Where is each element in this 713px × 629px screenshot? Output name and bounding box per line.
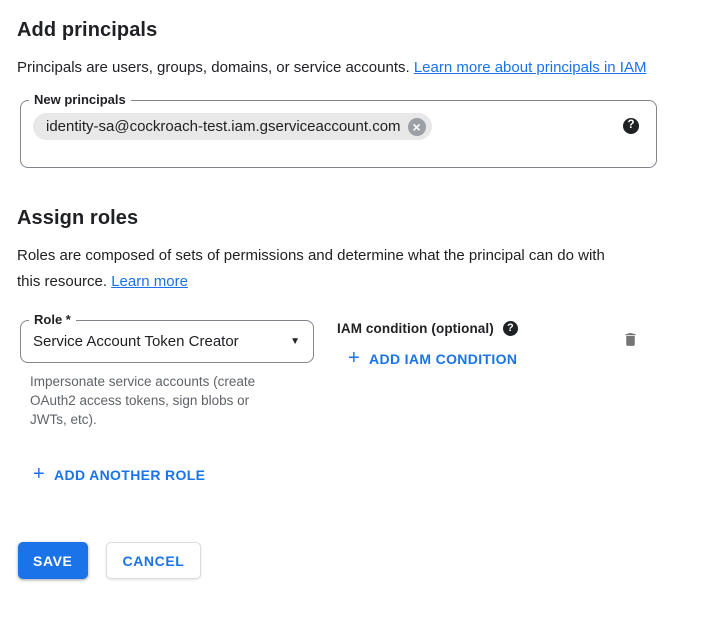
iam-condition-label-row: IAM condition (optional) ? <box>337 321 620 336</box>
add-iam-condition-button[interactable]: + ADD IAM CONDITION <box>348 349 517 369</box>
assign-roles-title: Assign roles <box>17 206 697 230</box>
plus-icon: + <box>33 464 45 484</box>
principals-help-icon[interactable]: ? <box>623 118 639 134</box>
plus-icon: + <box>348 348 360 368</box>
add-principals-panel: Add principals Principals are users, gro… <box>0 0 713 629</box>
principal-chip[interactable]: identity-sa@cockroach-test.iam.gservicea… <box>33 113 432 140</box>
principal-chip-text: identity-sa@cockroach-test.iam.gservicea… <box>46 118 401 135</box>
page-title: Add principals <box>17 18 697 42</box>
learn-more-principals-link[interactable]: Learn more about principals in IAM <box>414 59 647 76</box>
role-helper-text: Impersonate service accounts (create OAu… <box>30 372 275 429</box>
assign-roles-text: Roles are composed of sets of permission… <box>17 243 621 295</box>
new-principals-label: New principals <box>29 92 131 108</box>
role-label: Role * <box>29 312 76 328</box>
intro-description: Principals are users, groups, domains, o… <box>17 59 414 76</box>
new-principals-field[interactable]: New principals identity-sa@cockroach-tes… <box>20 100 657 168</box>
role-column: Role * Service Account Token Creator ▼ I… <box>20 320 314 429</box>
add-another-role-label: ADD ANOTHER ROLE <box>54 467 205 483</box>
footer-actions: SAVE CANCEL <box>18 542 697 579</box>
role-dropdown[interactable]: Role * Service Account Token Creator ▼ <box>20 320 314 363</box>
iam-condition-column: IAM condition (optional) ? + ADD IAM CON… <box>337 320 620 370</box>
chip-remove-icon[interactable]: × <box>408 118 426 136</box>
role-row: Role * Service Account Token Creator ▼ I… <box>17 320 697 429</box>
add-iam-condition-label: ADD IAM CONDITION <box>369 351 517 367</box>
add-another-role-button[interactable]: + ADD ANOTHER ROLE <box>33 465 205 485</box>
save-button[interactable]: SAVE <box>18 542 88 579</box>
delete-icon <box>622 337 639 352</box>
delete-role-button[interactable] <box>620 328 641 351</box>
iam-condition-label: IAM condition (optional) <box>337 321 494 336</box>
iam-condition-help-icon[interactable]: ? <box>503 321 518 336</box>
learn-more-roles-link[interactable]: Learn more <box>111 273 188 290</box>
dropdown-arrow-icon: ▼ <box>290 337 300 347</box>
intro-text: Principals are users, groups, domains, o… <box>17 55 647 81</box>
assign-roles-description: Roles are composed of sets of permission… <box>17 247 605 290</box>
role-selected-value: Service Account Token Creator <box>33 333 239 350</box>
cancel-button[interactable]: CANCEL <box>106 542 202 579</box>
